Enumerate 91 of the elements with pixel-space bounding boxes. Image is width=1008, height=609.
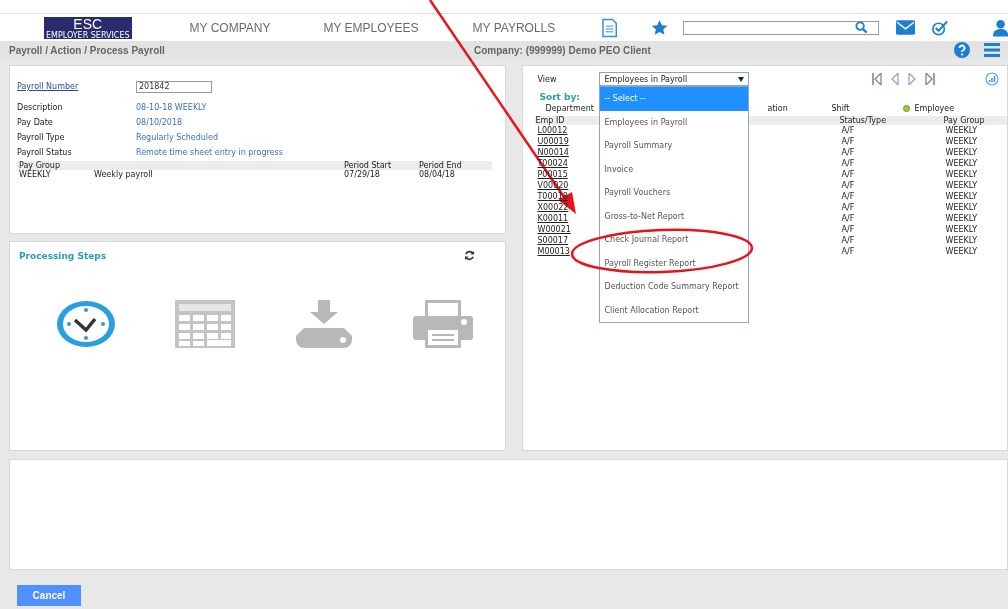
table-cell: A/F	[841, 224, 855, 235]
checkmark-icon[interactable]	[930, 19, 948, 36]
dropdown-option[interactable]: Employees in Payroll	[600, 110, 749, 134]
table-cell-text: WEEKLY	[18, 170, 51, 179]
dropdown-option[interactable]: Gross-to-Net Report	[600, 204, 749, 228]
table-cell: A/F	[841, 147, 855, 158]
nav-link[interactable]: MY EMPLOYEES	[323, 20, 419, 35]
sort-option[interactable]: ation	[767, 104, 788, 113]
view-dropdown[interactable]: Employees in Payroll	[599, 72, 750, 86]
table-cell: WEEKLY	[945, 180, 978, 191]
field-value: 08-10-18 WEEKLY	[136, 103, 207, 112]
table-cell-text: Weekly payroll	[94, 170, 154, 179]
panel-title: Processing Steps	[19, 250, 107, 261]
document-icon[interactable]	[602, 17, 618, 38]
company-name: Company: (999999) Demo PEO Client	[474, 44, 652, 56]
star-icon[interactable]	[650, 18, 668, 37]
employee-id-link[interactable]: X00022	[537, 202, 569, 213]
breadcrumb: Payroll / Action / Process Payroll	[9, 44, 166, 56]
employee-id-link[interactable]: U00019	[537, 136, 569, 147]
table-cell: A/F	[841, 235, 855, 246]
payroll-number-field[interactable]: 201842	[136, 80, 212, 93]
table-cell: WEEKLY	[945, 213, 978, 224]
table-cell: A/F	[841, 169, 855, 180]
dropdown-option[interactable]: Client Allocation Report	[600, 298, 749, 322]
refresh-icon[interactable]	[464, 250, 476, 261]
table-cell: A/F	[841, 158, 855, 169]
table-cell-text: 08/04/18	[419, 170, 456, 179]
help-icon[interactable]	[954, 42, 970, 58]
table-cell: WEEKLY	[945, 158, 978, 169]
table-cell: WEEKLY	[945, 169, 978, 180]
field-label: Pay Date	[17, 118, 54, 127]
nav-link[interactable]: MY COMPANY	[189, 20, 271, 35]
field-value: Regularly Scheduled	[136, 133, 219, 142]
table-cell: WEEKLY	[945, 147, 978, 158]
employee-id-link[interactable]: M00013	[537, 246, 570, 257]
sort-option[interactable]: Shift	[831, 104, 850, 113]
table-cell: WEEKLY	[945, 202, 978, 213]
next-page-icon[interactable]	[908, 73, 917, 85]
column-header: Pay Group	[943, 116, 985, 125]
field-label: Payroll Type	[17, 133, 66, 142]
first-page-icon[interactable]	[872, 73, 883, 85]
table-cell: WEEKLY	[945, 224, 978, 235]
sort-label: Sort by:	[539, 92, 580, 102]
sort-option[interactable]: Employee	[903, 104, 955, 113]
mail-icon[interactable]	[895, 20, 915, 35]
chart-icon[interactable]	[985, 72, 1000, 86]
table-cell: A/F	[841, 136, 855, 147]
table-cell: A/F	[841, 202, 855, 213]
column-header: Pay Group	[18, 161, 61, 170]
caret-icon	[738, 76, 745, 82]
dropdown-option[interactable]: Payroll Summary	[600, 134, 749, 158]
employee-id-link[interactable]: N00014	[537, 147, 569, 158]
field-value: Remote time sheet entry in progress	[136, 148, 283, 157]
employee-id-link[interactable]: S00017	[537, 235, 568, 246]
dropdown-option[interactable]: Invoice	[600, 157, 749, 181]
table-cell: A/F	[841, 191, 855, 202]
employee-id-link[interactable]: K00011	[537, 213, 569, 224]
table-cell: A/F	[841, 246, 855, 257]
view-label: View	[537, 74, 558, 84]
field-value: 08/10/2018	[136, 118, 183, 127]
list-icon[interactable]	[984, 43, 1000, 57]
payroll-number-link[interactable]: Payroll Number	[17, 82, 136, 91]
clock-icon[interactable]	[56, 300, 116, 348]
column-header: Period End	[419, 161, 463, 170]
nav-link[interactable]: MY PAYROLLS	[472, 20, 556, 35]
table-cell: WEEKLY	[945, 191, 978, 202]
employee-id-link[interactable]: W00021	[537, 224, 571, 235]
table-cell: WEEKLY	[945, 125, 978, 136]
field-label: Payroll Status	[17, 148, 73, 157]
last-page-icon[interactable]	[925, 73, 936, 85]
dropdown-option[interactable]: Deduction Code Summary Report	[600, 275, 749, 299]
dropdown-option[interactable]: Payroll Register Report	[600, 251, 749, 275]
sort-option[interactable]: Department	[545, 104, 594, 113]
column-header: Period Start	[344, 161, 393, 170]
search-icon[interactable]	[854, 21, 868, 34]
table-cell: WEEKLY	[945, 246, 978, 257]
column-header: Status/Type	[839, 116, 887, 125]
table-cell: A/F	[841, 180, 855, 191]
table-cell: A/F	[841, 125, 855, 136]
company-logo[interactable]: ESC EMPLOYER SERVICES	[44, 16, 132, 39]
search-field[interactable]	[682, 20, 879, 35]
employee-id-link[interactable]: L00012	[537, 125, 568, 136]
dropdown-option[interactable]: Payroll Vouchers	[600, 181, 749, 205]
table-cell: WEEKLY	[945, 136, 978, 147]
field-label: Description	[17, 103, 64, 112]
column-header: Emp ID	[535, 116, 565, 125]
user-icon[interactable]	[992, 18, 1008, 37]
table-cell: A/F	[841, 213, 855, 224]
table-cell: WEEKLY	[945, 235, 978, 246]
table-cell-text: 07/29/18	[344, 170, 381, 179]
previous-page-icon[interactable]	[891, 73, 900, 85]
